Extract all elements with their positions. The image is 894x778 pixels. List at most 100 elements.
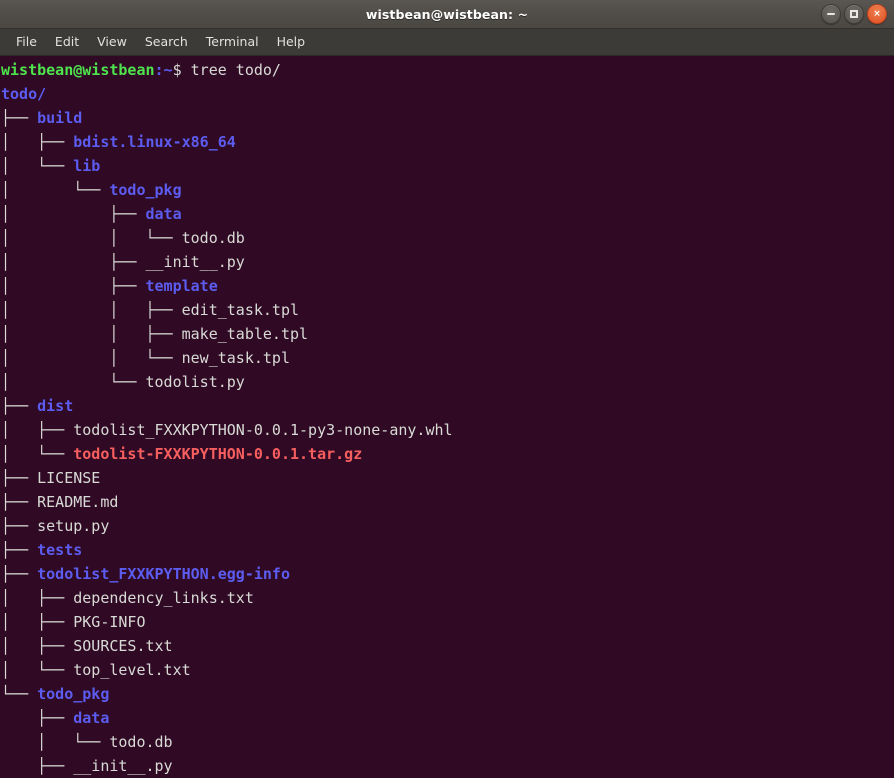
tree-entry-row: │ ├── template — [1, 274, 894, 298]
prompt-user-host: wistbean@wistbean — [1, 61, 155, 79]
tree-entry-row: │ └── todolist-FXXKPYTHON-0.0.1.tar.gz — [1, 442, 894, 466]
minimize-button[interactable] — [821, 4, 841, 24]
tree-entry-row: │ ├── bdist.linux-x86_64 — [1, 130, 894, 154]
tree-entry-name: lib — [73, 157, 101, 175]
tree-entry-row: │ └── todolist.py — [1, 370, 894, 394]
tree-entry-row: │ ├── __init__.py — [1, 250, 894, 274]
tree-branch-glyphs: │ │ ├── — [1, 325, 182, 343]
tree-entry-row: todo/ — [1, 82, 894, 106]
tree-branch-glyphs: │ ├── — [1, 277, 146, 295]
tree-entry-name: README.md — [37, 493, 119, 511]
tree-entry-row: │ │ ├── make_table.tpl — [1, 322, 894, 346]
tree-entry-row: │ ├── PKG-INFO — [1, 610, 894, 634]
tree-branch-glyphs: │ └── — [1, 445, 74, 463]
window-controls: × — [821, 0, 887, 28]
tree-branch-glyphs: ├── — [1, 517, 38, 535]
terminal-body[interactable]: wistbean@wistbean:~$ tree todo/todo/ ├── … — [0, 56, 894, 778]
tree-entry-row: ├── __init__.py — [1, 754, 894, 778]
terminal-screen: wistbean@wistbean:~$ tree todo/todo/ ├── … — [1, 58, 894, 778]
tree-entry-name: __init__.py — [145, 253, 245, 271]
terminal-prompt-line: wistbean@wistbean:~$ tree todo/ — [1, 58, 894, 82]
maximize-button[interactable] — [844, 4, 864, 24]
tree-branch-glyphs: │ │ └── — [1, 349, 182, 367]
tree-entry-name: top_level.txt — [73, 661, 191, 679]
window-titlebar[interactable]: wistbean@wistbean: ~ × — [0, 0, 894, 29]
tree-entry-name: LICENSE — [37, 469, 101, 487]
tree-entry-name: todo.db — [181, 229, 245, 247]
tree-entry-name: dist — [37, 397, 74, 415]
tree-entry-name: PKG-INFO — [73, 613, 146, 631]
tree-entry-name: dependency_links.txt — [73, 589, 254, 607]
close-button[interactable]: × — [867, 4, 887, 24]
menu-item-file[interactable]: File — [7, 31, 46, 53]
tree-entry-name: data — [145, 205, 182, 223]
tree-branch-glyphs: ├── — [1, 757, 74, 775]
menu-item-edit[interactable]: Edit — [46, 31, 88, 53]
tree-entry-name: edit_task.tpl — [181, 301, 300, 319]
tree-entry-name: todo.db — [109, 733, 173, 751]
tree-entry-name: todo/ — [1, 85, 47, 103]
tree-branch-glyphs: ├── — [1, 493, 38, 511]
menubar: File Edit View Search Terminal Help — [0, 29, 894, 56]
tree-entry-row: ├── dist — [1, 394, 894, 418]
tree-entry-name: new_task.tpl — [181, 349, 290, 367]
terminal-command: tree todo/ — [190, 61, 281, 79]
tree-entry-row: ├── build — [1, 106, 894, 130]
tree-branch-glyphs: │ ├── — [1, 421, 74, 439]
tree-entry-row: │ │ └── todo.db — [1, 226, 894, 250]
tree-entry-row: ├── data — [1, 706, 894, 730]
maximize-icon — [850, 10, 858, 18]
tree-entry-name: make_table.tpl — [181, 325, 309, 343]
tree-branch-glyphs: ├── — [1, 109, 38, 127]
tree-branch-glyphs: │ └── — [1, 373, 146, 391]
tree-entry-row: ├── README.md — [1, 490, 894, 514]
tree-branch-glyphs: ├── — [1, 709, 74, 727]
tree-branch-glyphs: │ ├── — [1, 205, 146, 223]
tree-entry-row: └── todo_pkg — [1, 682, 894, 706]
tree-entry-name: todo_pkg — [37, 685, 110, 703]
tree-branch-glyphs: │ └── — [1, 733, 110, 751]
tree-entry-name: todolist_FXXKPYTHON-0.0.1-py3-none-any.w… — [73, 421, 453, 439]
tree-entry-name: SOURCES.txt — [73, 637, 173, 655]
tree-branch-glyphs: │ ├── — [1, 613, 74, 631]
tree-entry-row: │ └── top_level.txt — [1, 658, 894, 682]
terminal-window: wistbean@wistbean: ~ × File Edit View Se… — [0, 0, 894, 778]
tree-branch-glyphs: │ ├── — [1, 637, 74, 655]
window-title: wistbean@wistbean: ~ — [365, 6, 529, 22]
tree-entry-name: todo_pkg — [109, 181, 182, 199]
tree-entry-name: data — [73, 709, 110, 727]
tree-branch-glyphs: └── — [1, 685, 38, 703]
tree-entry-name: tests — [37, 541, 83, 559]
prompt-path: :~ — [154, 61, 173, 79]
tree-entry-name: build — [37, 109, 83, 127]
tree-entry-row: │ ├── dependency_links.txt — [1, 586, 894, 610]
tree-entry-row: │ ├── todolist_FXXKPYTHON-0.0.1-py3-none… — [1, 418, 894, 442]
tree-entry-row: │ │ └── new_task.tpl — [1, 346, 894, 370]
tree-entry-name: setup.py — [37, 517, 110, 535]
menu-item-view[interactable]: View — [88, 31, 136, 53]
tree-branch-glyphs: │ └── — [1, 181, 110, 199]
tree-branch-glyphs: │ │ ├── — [1, 301, 182, 319]
tree-entry-row: │ ├── data — [1, 202, 894, 226]
tree-entry-name: todolist_FXXKPYTHON.egg-info — [37, 565, 290, 583]
menu-item-help[interactable]: Help — [268, 31, 315, 53]
tree-entry-name: template — [145, 277, 218, 295]
tree-entry-row: ├── todolist_FXXKPYTHON.egg-info — [1, 562, 894, 586]
tree-branch-glyphs: ├── — [1, 469, 38, 487]
tree-entry-name: todolist.py — [145, 373, 245, 391]
menu-item-terminal[interactable]: Terminal — [197, 31, 268, 53]
tree-branch-glyphs: │ ├── — [1, 133, 74, 151]
tree-entry-row: │ └── todo.db — [1, 730, 894, 754]
tree-entry-row: ├── LICENSE — [1, 466, 894, 490]
tree-branch-glyphs: ├── — [1, 541, 38, 559]
tree-branch-glyphs: │ │ └── — [1, 229, 182, 247]
tree-entry-row: │ └── lib — [1, 154, 894, 178]
tree-entry-row: │ ├── SOURCES.txt — [1, 634, 894, 658]
tree-entry-name: __init__.py — [73, 757, 173, 775]
minimize-icon — [827, 13, 835, 15]
tree-entry-row: │ │ ├── edit_task.tpl — [1, 298, 894, 322]
menu-item-search[interactable]: Search — [136, 31, 197, 53]
tree-entry-row: ├── setup.py — [1, 514, 894, 538]
tree-branch-glyphs: │ └── — [1, 157, 74, 175]
tree-branch-glyphs: │ ├── — [1, 589, 74, 607]
